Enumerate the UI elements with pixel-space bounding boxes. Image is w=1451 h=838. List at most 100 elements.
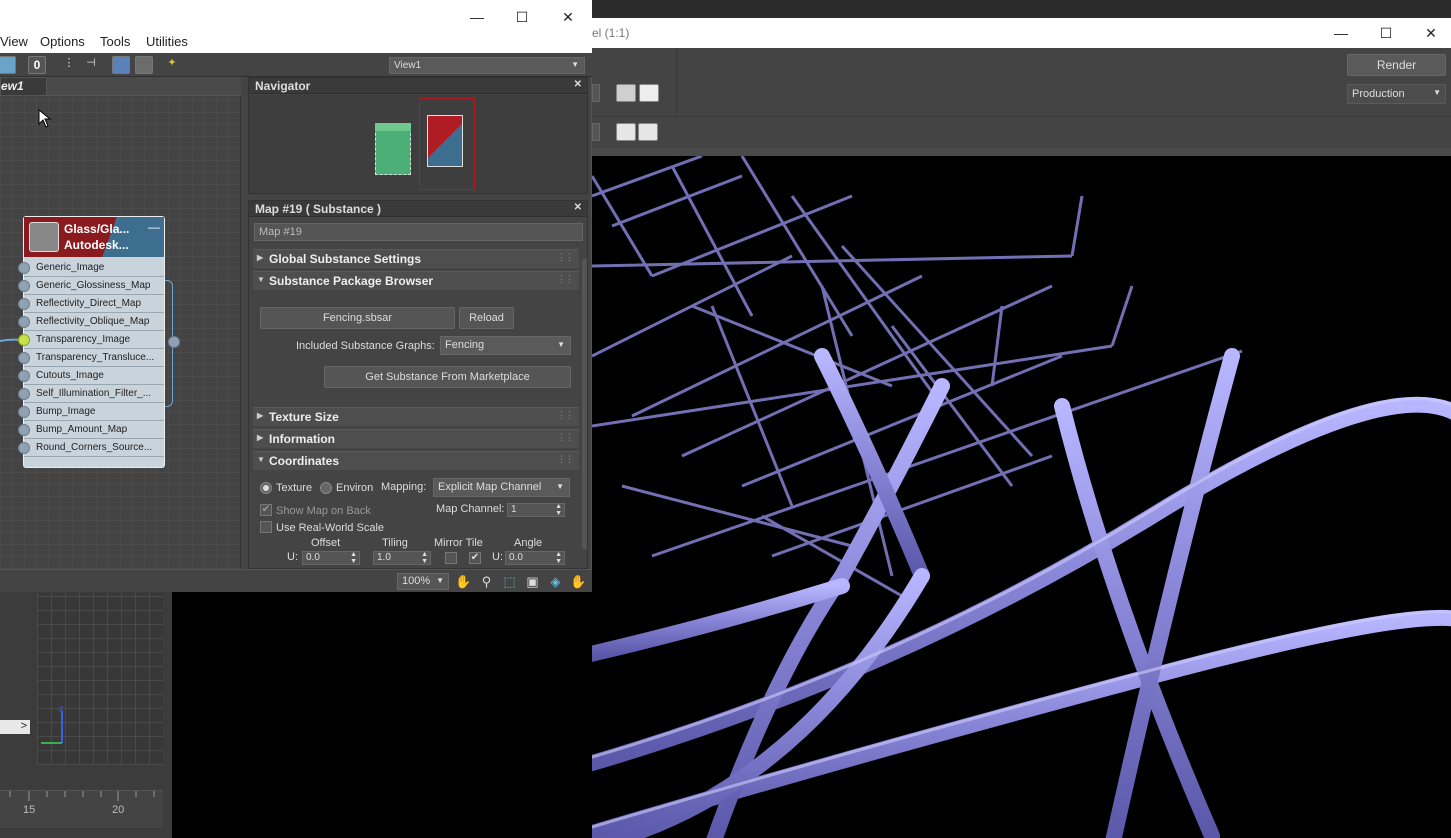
tile-u-checkbox[interactable]: ✔ [469, 552, 481, 564]
material-id-icon[interactable]: 0 [28, 56, 46, 74]
mirror-u-checkbox[interactable] [445, 552, 457, 564]
chevron-down-icon: ▼ [257, 275, 265, 284]
node-slot[interactable]: Reflectivity_Direct_Map [18, 295, 164, 313]
node-header[interactable]: Glass/Gla... Autodesk... — [24, 217, 164, 257]
tiling-u-spinner[interactable]: 1.0 ▲ ▼ [373, 551, 431, 565]
collapse-icon[interactable]: — [148, 220, 160, 234]
menu-options[interactable]: Options [40, 34, 85, 49]
reload-button[interactable]: Reload [459, 307, 514, 329]
dropdown-stub[interactable] [592, 84, 600, 102]
close-icon[interactable]: ✕ [574, 79, 582, 90]
zoom-select[interactable]: 100% ▼ [397, 573, 449, 590]
rollout-substance-package-browser[interactable]: ▼ Substance Package Browser ⋮⋮ [253, 271, 579, 290]
minimize-icon[interactable]: — [1318, 18, 1364, 48]
production-select[interactable]: Production ▼ [1347, 84, 1446, 104]
rollout-texture-size[interactable]: ▶ Texture Size ⋮⋮ [253, 407, 579, 426]
environment-icon[interactable] [639, 84, 659, 102]
node-title: Glass/Gla... [64, 222, 130, 236]
parameter-editor-icon[interactable] [135, 56, 153, 74]
zoom-extents-icon[interactable]: ▣ [524, 573, 541, 590]
view-select[interactable]: View1 ▼ [389, 57, 585, 74]
socket-icon[interactable] [18, 388, 30, 400]
navigator-canvas[interactable] [249, 95, 587, 193]
node-slot[interactable]: Generic_Image [18, 259, 164, 277]
rollout-global-substance-settings[interactable]: ▶ Global Substance Settings ⋮⋮ [253, 249, 579, 268]
environ-radio[interactable] [320, 482, 332, 494]
layout-icon[interactable]: ⋮ [60, 56, 78, 74]
grip-icon: ⋮⋮ [557, 432, 574, 442]
select-by-material-icon[interactable]: ✦ [163, 56, 181, 74]
substance-graph-select[interactable]: Fencing ▼ [440, 336, 571, 355]
spinner-arrows-icon[interactable]: ▲ ▼ [555, 551, 562, 565]
minimize-icon[interactable]: — [454, 2, 500, 32]
menu-tools[interactable]: Tools [100, 34, 130, 49]
viewport-grid[interactable]: z [37, 593, 163, 765]
node-slot[interactable]: Transparency_Transluce... [18, 349, 164, 367]
socket-connected-icon[interactable] [18, 334, 30, 346]
map-name-field[interactable]: Map #19 [254, 223, 583, 241]
use-real-world-scale-checkbox[interactable] [260, 521, 272, 533]
zoom-magnifier-icon[interactable]: ⚲ [478, 573, 495, 590]
close-icon[interactable]: ✕ [545, 2, 591, 32]
socket-icon[interactable] [18, 370, 30, 382]
socket-icon[interactable] [18, 442, 30, 454]
node-slot[interactable]: Reflectivity_Oblique_Map [18, 313, 164, 331]
mapping-select[interactable]: Explicit Map Channel ▼ [433, 478, 570, 497]
pan-hand-icon[interactable]: ✋ [455, 573, 472, 590]
menu-utilities[interactable]: Utilities [146, 34, 188, 49]
node-slot[interactable]: Cutouts_Image [18, 367, 164, 385]
node-slot[interactable]: Bump_Amount_Map [18, 421, 164, 439]
map-channel-spinner[interactable]: 1 ▲ ▼ [507, 503, 565, 517]
material-map-navigator-icon[interactable] [112, 56, 130, 74]
material-node-glass[interactable]: Glass/Gla... Autodesk... — Generic_Image… [18, 216, 165, 468]
socket-icon[interactable] [18, 316, 30, 328]
show-map-on-back-checkbox[interactable]: ✔ [260, 504, 272, 516]
socket-icon[interactable] [18, 280, 30, 292]
chevron-right-icon: ▶ [257, 433, 264, 442]
maximize-icon[interactable]: ☐ [1363, 18, 1409, 48]
node-slot[interactable]: Bump_Image [18, 403, 164, 421]
node-slot[interactable]: Self_Illumination_Filter_... [18, 385, 164, 403]
get-substance-marketplace-button[interactable]: Get Substance From Marketplace [324, 366, 571, 388]
mapping-label: Mapping: [381, 481, 427, 493]
zoom-extents-selected-icon[interactable]: ◈ [547, 573, 564, 590]
package-file-button[interactable]: Fencing.sbsar [260, 307, 455, 329]
dropdown-stub[interactable] [592, 123, 600, 141]
texture-radio[interactable] [260, 482, 272, 494]
socket-icon[interactable] [18, 298, 30, 310]
chevron-right-icon[interactable]: > [0, 720, 30, 734]
socket-icon[interactable] [18, 406, 30, 418]
socket-icon[interactable] [18, 262, 30, 274]
tab-view1[interactable]: ew1 [0, 77, 47, 96]
zoom-region-icon[interactable]: ⬚ [501, 573, 518, 590]
rollout-information[interactable]: ▶ Information ⋮⋮ [253, 429, 579, 448]
layout-children-icon[interactable]: ⊣ [82, 56, 100, 74]
render-frame-border [592, 148, 1451, 156]
params-scrollbar[interactable] [582, 259, 587, 549]
socket-icon[interactable] [18, 424, 30, 436]
close-icon[interactable]: ✕ [574, 202, 582, 213]
maximize-icon[interactable]: ☐ [499, 2, 545, 32]
node-slot[interactable]: Transparency_Image [18, 331, 164, 349]
spinner-arrows-icon[interactable]: ▲ ▼ [555, 503, 562, 517]
close-icon[interactable]: ✕ [1408, 18, 1451, 48]
pan-to-selected-icon[interactable]: ✋ [570, 573, 587, 590]
navigator-material-node [427, 115, 463, 167]
rendered-image [592, 156, 1451, 838]
node-slot[interactable]: Generic_Glossiness_Map [18, 277, 164, 295]
offset-u-spinner[interactable]: 0.0 ▲ ▼ [302, 551, 360, 565]
node-slot[interactable]: Round_Corners_Source... [18, 439, 164, 457]
save-image-icon[interactable] [616, 123, 636, 141]
spinner-arrows-icon[interactable]: ▲ ▼ [350, 551, 357, 565]
rollout-coordinates[interactable]: ▼ Coordinates ⋮⋮ [253, 451, 579, 470]
angle-u-spinner[interactable]: 0.0 ▲ ▼ [505, 551, 565, 565]
spinner-arrows-icon[interactable]: ▲ ▼ [421, 551, 428, 565]
render-button[interactable]: Render [1347, 54, 1446, 76]
clone-window-icon[interactable] [638, 123, 658, 141]
render-setup-icon[interactable] [616, 84, 636, 102]
show-map-icon[interactable] [0, 56, 16, 74]
output-socket-icon[interactable] [168, 336, 180, 348]
tiling-u-value: 1.0 [377, 552, 391, 563]
socket-icon[interactable] [18, 352, 30, 364]
menu-view[interactable]: View [0, 34, 28, 49]
